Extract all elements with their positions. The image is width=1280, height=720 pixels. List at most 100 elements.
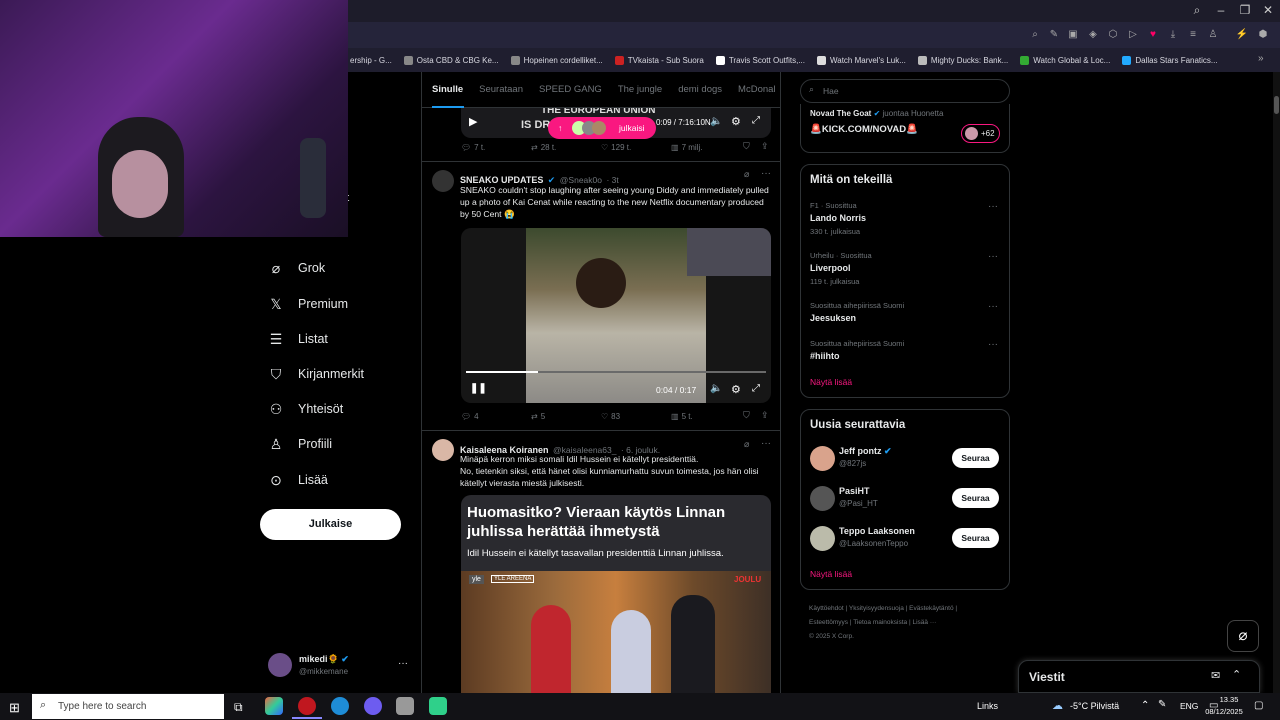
link-card[interactable]: Huomasitko? Vieraan käytös Linnan juhlis… [461,495,771,693]
play-icon[interactable]: ▷ [1125,27,1141,43]
volume-icon[interactable]: 🔈 [710,383,722,394]
cube-icon[interactable]: ⬡ [1105,27,1121,43]
app-icon[interactable] [429,697,447,715]
footer-link[interactable]: Evästekäytäntö [909,605,953,612]
nav-item-bookmarks[interactable]: ⛉ Kirjanmerkit [268,359,364,389]
live-space-card[interactable]: Novad The Goat ✔ juontaa Huonetta 🚨KICK.… [800,104,1010,153]
volume-icon[interactable]: 🔈 [710,116,722,127]
more-icon[interactable]: ··· [761,438,771,449]
reply-button[interactable]: 💬︎ 4 [461,412,531,421]
messages-drawer[interactable]: Viestit ✉ ⌃ [1018,660,1260,693]
bookmark-icon[interactable]: ⛉ [743,141,750,152]
scrollbar-thumb[interactable] [1274,96,1279,114]
trend-item[interactable]: Suosittua aihepiirissä Suomi Jeesuksen ·… [801,299,1009,329]
search-icon[interactable]: ⌕ [1027,27,1043,43]
new-posts-pill[interactable]: ↑ julkaisi [548,117,656,139]
scrollbar[interactable] [1273,72,1280,693]
follow-button[interactable]: Seuraa [952,528,999,548]
footer-link[interactable]: Tietoa mainoksista [853,619,907,626]
footer-link[interactable]: Yksityisyydensuoja [849,605,904,612]
chevron-right-icon[interactable]: » [1258,53,1264,64]
show-more-link[interactable]: Näytä lisää [810,569,852,579]
like-button[interactable]: ♡ 129 t. [601,143,671,152]
more-icon[interactable]: ··· [988,251,998,262]
notification-icon[interactable]: ▢ [1254,700,1263,711]
follow-suggestion[interactable]: Teppo Laaksonen @LaaksonenTeppo Seuraa [801,524,1009,556]
task-view-icon[interactable]: ⧉ [234,700,243,715]
close-button[interactable]: ✕ [1256,0,1280,22]
bookmark-item[interactable]: Hopeinen cordelliket... [510,55,603,65]
account-switcher[interactable]: mikedi🌻 ✔ @mikkemane ··· [268,652,412,680]
app-icon[interactable] [396,697,414,715]
grok-icon[interactable]: ⌀ [744,169,749,180]
language-indicator[interactable]: ENG [1180,701,1198,711]
more-icon[interactable]: ··· [761,168,771,179]
bookmark-item[interactable]: Dallas Stars Fanatics... [1122,55,1218,65]
pause-icon[interactable]: ❚❚ [470,383,487,394]
more-icon[interactable]: ··· [988,201,998,212]
trend-item[interactable]: Urheilu · Suosittua Liverpool 119 t. jul… [801,249,1009,293]
grok-icon[interactable]: ⌀ [744,439,749,450]
nav-item-grok[interactable]: ⌀ Grok [268,253,325,283]
edge-icon[interactable] [331,697,349,715]
opera-icon[interactable] [298,697,316,715]
footer-link[interactable]: Lisää ··· [912,619,936,626]
grok-icon[interactable]: ⌀ [1227,620,1259,652]
minimize-button[interactable]: – [1209,0,1233,22]
nav-item-profile[interactable]: ♙ Profiili [268,429,332,459]
profile-icon[interactable]: ♙ [1205,27,1221,43]
bookmark-item[interactable]: ership - G... [350,56,392,65]
more-icon[interactable]: ··· [988,339,998,350]
trend-item[interactable]: Suosittua aihepiirissä Suomi #hiihto ··· [801,337,1009,367]
camera-icon[interactable]: ▣ [1065,27,1081,43]
follow-suggestion[interactable]: Jeff pontz ✔ @827js Seuraa [801,444,1009,476]
weather-text[interactable]: -5°C Pilvistä [1070,701,1119,711]
nav-item-communities[interactable]: ⚇ Yhteisöt [268,394,343,424]
bookmark-item[interactable]: Mighty Ducks: Bank... [917,55,1008,65]
chevron-up-icon[interactable]: ⌃ [1141,700,1149,711]
reply-button[interactable]: 💬︎ 7 t. [461,143,531,152]
follow-button[interactable]: Seuraa [952,488,999,508]
like-button[interactable]: ♡ 83 [601,412,671,421]
new-message-icon[interactable]: ✉ [1211,669,1220,682]
tab-mcdonal[interactable]: McDonal [738,84,776,95]
retweet-button[interactable]: ⇄ 28 t. [531,143,601,152]
discord-icon[interactable] [364,697,382,715]
edit-icon[interactable]: ✎ [1046,27,1062,43]
taskbar-search-input[interactable]: Type here to search [32,694,224,719]
nav-item-lists[interactable]: ☰ Listat [268,324,328,354]
settings-icon[interactable]: ⚙ [731,115,741,128]
play-icon[interactable]: ▶ [469,115,477,128]
app-icon[interactable] [265,697,283,715]
views-button[interactable]: ▥ 7 milj. [671,143,741,152]
search-input[interactable]: Hae [800,79,1010,103]
share-icon[interactable]: ⇪ [761,141,769,152]
retweet-button[interactable]: ⇄ 5 [531,412,601,421]
tab-speed-gang[interactable]: SPEED GANG [539,84,602,95]
shield-icon[interactable]: ◈ [1085,27,1101,43]
nav-item-premium[interactable]: 𝕏 Premium [268,289,348,319]
clock-date[interactable]: 08/12/2025 [1200,707,1248,716]
bookmark-item[interactable]: Watch Global & Loc... [1020,55,1110,65]
more-icon[interactable]: ··· [398,658,408,669]
tab-following[interactable]: Seurataan [479,84,523,95]
avatar[interactable] [432,170,454,192]
tab-for-you[interactable]: Sinulle [432,84,463,95]
links-toolbar[interactable]: Links [977,701,998,711]
fullscreen-icon[interactable]: ⤢ [752,115,760,126]
views-button[interactable]: ▥ 5 t. [671,412,741,421]
avatar[interactable] [432,439,454,461]
bookmark-item[interactable]: Watch Marvel's Luk... [816,55,906,65]
bookmark-item[interactable]: TVkaista - Sub Suora [614,55,704,65]
windows-start-icon[interactable]: ⊞ [9,700,20,716]
post-button[interactable]: Julkaise [260,509,401,540]
share-icon[interactable]: ⇪ [761,410,769,421]
follow-suggestion[interactable]: PasiHT @Pasi_HT Seuraa [801,484,1009,516]
bookmark-item[interactable]: Osta CBD & CBG Ke... [403,55,499,65]
tab-the-jungle[interactable]: The jungle [618,84,662,95]
bookmark-item[interactable]: Travis Scott Outfits,... [715,55,805,65]
follow-button[interactable]: Seuraa [952,448,999,468]
maximize-button[interactable]: ❐ [1233,0,1257,22]
clock-time[interactable]: 13.35 [1213,695,1245,704]
pen-icon[interactable]: ✎ [1158,699,1166,710]
